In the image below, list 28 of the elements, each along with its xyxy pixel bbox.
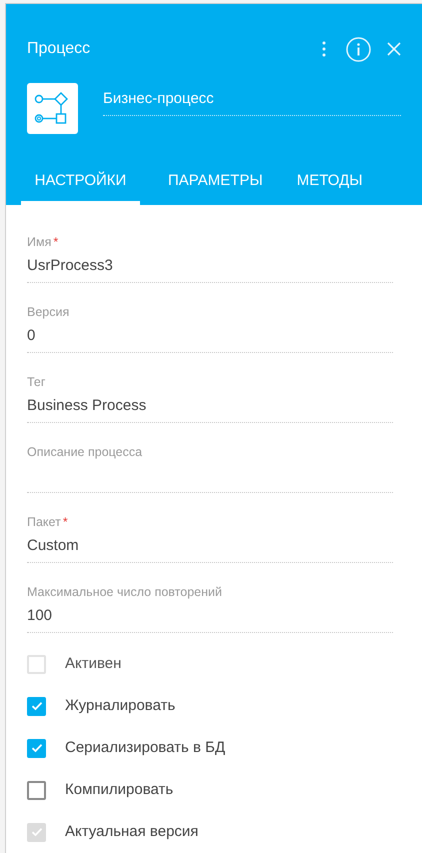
- field-label: Описание процесса: [27, 444, 142, 461]
- required-mark: *: [62, 514, 68, 531]
- text-field[interactable]: Custom: [27, 531, 393, 563]
- checkbox-label: Активен: [65, 654, 122, 674]
- checkbox-label: Актуальная версия: [65, 822, 198, 842]
- checkbox-label: Компилировать: [65, 780, 174, 800]
- field-label: Пакет: [27, 514, 61, 531]
- checkbox[interactable]: [27, 780, 46, 800]
- text-field[interactable]: 0: [27, 321, 393, 353]
- checkbox[interactable]: [27, 696, 46, 716]
- checkbox-label: Журналировать: [65, 696, 176, 716]
- checkmark-icon: [30, 827, 42, 837]
- checkmark-icon: [30, 701, 42, 711]
- required-mark: *: [53, 234, 58, 251]
- more-icon[interactable]: [322, 41, 326, 57]
- close-icon[interactable]: [387, 42, 401, 56]
- text-field[interactable]: UsrProcess3: [27, 251, 393, 283]
- text-field[interactable]: Business Process: [27, 391, 393, 423]
- panel-title: Процесс: [27, 39, 92, 59]
- field-label: Имя: [27, 234, 52, 251]
- checkbox-label: Сериализировать в БД: [65, 738, 226, 758]
- field-label: Версия: [27, 304, 70, 321]
- field-label: Максимальное число повторений: [27, 584, 222, 601]
- checkmark-icon: [30, 743, 42, 753]
- checkbox[interactable]: [27, 738, 46, 758]
- field-label: Тег: [27, 374, 46, 391]
- info-icon[interactable]: [346, 36, 371, 62]
- text-field[interactable]: 100: [27, 601, 393, 633]
